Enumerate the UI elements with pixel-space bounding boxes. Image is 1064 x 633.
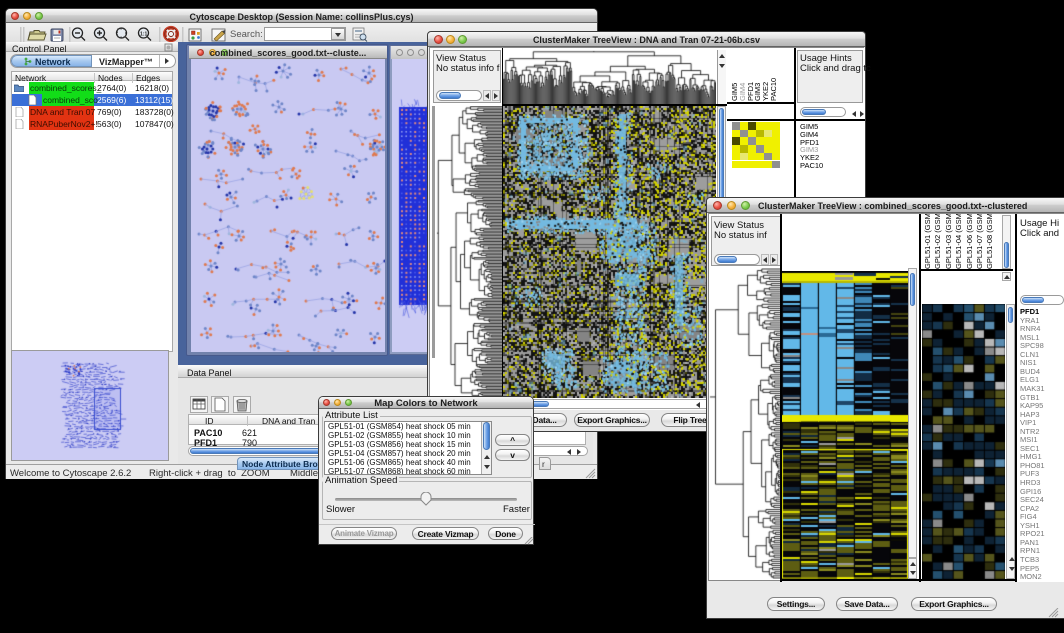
svg-text:1:1: 1:1 <box>140 32 147 38</box>
